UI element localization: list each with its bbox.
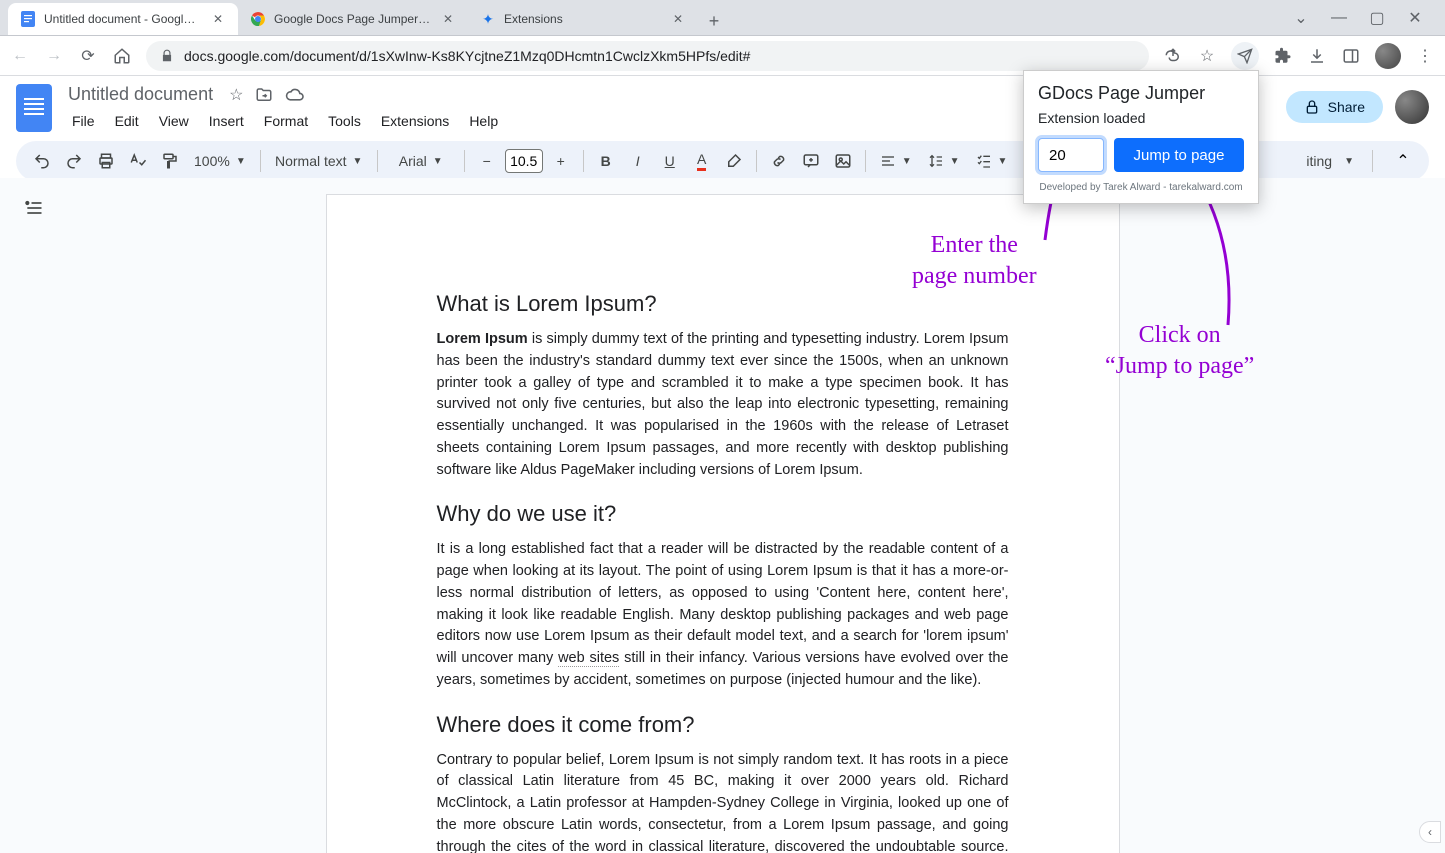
heading-2: Why do we use it? — [437, 501, 1009, 527]
underline-icon[interactable]: U — [656, 147, 684, 175]
italic-icon[interactable]: I — [624, 147, 652, 175]
bold-icon[interactable]: B — [592, 147, 620, 175]
checklist-icon[interactable]: ▼ — [970, 147, 1014, 175]
extensions-favicon-icon: ✦ — [480, 11, 496, 27]
chevron-down-icon[interactable]: ⌄ — [1291, 8, 1311, 28]
close-icon[interactable]: ✕ — [670, 11, 686, 27]
extension-title: GDocs Page Jumper — [1038, 83, 1244, 104]
menu-insert[interactable]: Insert — [201, 109, 252, 133]
editing-mode-select[interactable]: iting ▼ — [1296, 153, 1364, 169]
menu-tools[interactable]: Tools — [320, 109, 369, 133]
menu-view[interactable]: View — [151, 109, 197, 133]
move-folder-icon[interactable] — [255, 86, 273, 104]
page-number-input[interactable] — [1038, 138, 1104, 172]
minimize-icon[interactable]: — — [1329, 9, 1349, 27]
share-button[interactable]: Share — [1286, 91, 1383, 123]
kebab-menu-icon[interactable]: ⋮ — [1415, 46, 1435, 66]
insert-link-icon[interactable] — [765, 147, 793, 175]
close-window-icon[interactable]: ✕ — [1405, 8, 1425, 28]
document-canvas: What is Lorem Ipsum? Lorem Ipsum is simp… — [0, 178, 1445, 853]
webstore-favicon-icon — [250, 11, 266, 27]
cloud-saved-icon[interactable] — [285, 87, 305, 103]
browser-tab-2[interactable]: ✦ Extensions ✕ — [468, 3, 698, 35]
window-controls: ⌄ — ▢ ✕ — [1291, 0, 1437, 35]
heading-1: What is Lorem Ipsum? — [437, 291, 1009, 317]
chevron-down-icon: ▼ — [1344, 156, 1354, 167]
star-icon[interactable]: ☆ — [229, 85, 243, 105]
download-icon[interactable] — [1307, 46, 1327, 66]
menu-extensions[interactable]: Extensions — [373, 109, 457, 133]
extensions-puzzle-icon[interactable] — [1273, 46, 1293, 66]
paragraph-2: It is a long established fact that a rea… — [437, 539, 1009, 691]
share-page-icon[interactable] — [1163, 46, 1183, 66]
browser-tab-strip: Untitled document - Google Doc ✕ Google … — [0, 0, 1445, 36]
extension-footer: Developed by Tarek Alward - tarekalward.… — [1038, 182, 1244, 193]
expand-sidepanel-icon[interactable]: ‹ — [1419, 821, 1441, 843]
reload-icon[interactable]: ⟳ — [78, 46, 98, 66]
extension-popup: GDocs Page Jumper Extension loaded Jump … — [1023, 70, 1259, 204]
browser-tab-0[interactable]: Untitled document - Google Doc ✕ — [8, 3, 238, 35]
increase-font-icon[interactable]: + — [547, 147, 575, 175]
redo-icon[interactable] — [60, 147, 88, 175]
jump-to-page-button[interactable]: Jump to page — [1114, 138, 1244, 172]
menu-help[interactable]: Help — [461, 109, 506, 133]
back-icon[interactable]: ← — [10, 46, 30, 66]
page-1[interactable]: What is Lorem Ipsum? Lorem Ipsum is simp… — [326, 194, 1120, 853]
menu-file[interactable]: File — [64, 109, 103, 133]
close-icon[interactable]: ✕ — [440, 11, 456, 27]
new-tab-button[interactable]: + — [700, 7, 728, 35]
undo-icon[interactable] — [28, 147, 56, 175]
heading-3: Where does it come from? — [437, 712, 1009, 738]
bookmark-star-icon[interactable]: ☆ — [1197, 46, 1217, 66]
collapse-toolbar-icon[interactable]: ⌃ — [1389, 147, 1417, 175]
tab-title: Untitled document - Google Doc — [44, 12, 202, 26]
line-spacing-icon[interactable]: ▼ — [922, 147, 966, 175]
forward-icon[interactable]: → — [44, 46, 64, 66]
maximize-icon[interactable]: ▢ — [1367, 8, 1387, 28]
chevron-down-icon: ▼ — [433, 156, 443, 167]
chevron-down-icon: ▼ — [236, 156, 246, 167]
tab-title: Extensions — [504, 12, 662, 26]
url-input[interactable]: docs.google.com/document/d/1sXwInw-Ks8KY… — [146, 41, 1149, 71]
sidepanel-icon[interactable] — [1341, 46, 1361, 66]
lock-icon — [1304, 99, 1320, 115]
font-size-input[interactable] — [505, 149, 543, 173]
highlight-icon[interactable] — [720, 147, 748, 175]
url-text: docs.google.com/document/d/1sXwInw-Ks8KY… — [184, 48, 750, 64]
lock-icon — [160, 49, 174, 63]
profile-avatar-icon[interactable] — [1375, 43, 1401, 69]
share-label: Share — [1328, 99, 1365, 115]
style-select[interactable]: Normal text▼ — [269, 147, 369, 175]
text-color-icon[interactable]: A — [688, 147, 716, 175]
zoom-select[interactable]: 100%▼ — [188, 147, 252, 175]
insert-image-icon[interactable] — [829, 147, 857, 175]
tab-title: Google Docs Page Jumper - Chro — [274, 12, 432, 26]
docs-favicon-icon — [20, 11, 36, 27]
extension-status: Extension loaded — [1038, 110, 1244, 126]
paragraph-3: Contrary to popular belief, Lorem Ipsum … — [437, 750, 1009, 853]
home-icon[interactable] — [112, 46, 132, 66]
send-icon[interactable] — [1231, 42, 1259, 70]
user-avatar[interactable] — [1395, 90, 1429, 124]
docs-logo-icon[interactable] — [16, 84, 52, 132]
chevron-down-icon: ▼ — [353, 156, 363, 167]
insert-comment-icon[interactable] — [797, 147, 825, 175]
print-icon[interactable] — [92, 147, 120, 175]
document-title[interactable]: Untitled document — [64, 82, 217, 107]
align-select[interactable]: ▼ — [874, 147, 918, 175]
menu-format[interactable]: Format — [256, 109, 316, 133]
spellcheck-icon[interactable] — [124, 147, 152, 175]
font-select[interactable]: Arial▼ — [386, 147, 456, 175]
decrease-font-icon[interactable]: − — [473, 147, 501, 175]
paint-format-icon[interactable] — [156, 147, 184, 175]
paragraph-1: Lorem Ipsum is simply dummy text of the … — [437, 329, 1009, 481]
browser-tab-1[interactable]: Google Docs Page Jumper - Chro ✕ — [238, 3, 468, 35]
menu-edit[interactable]: Edit — [107, 109, 147, 133]
outline-toggle-icon[interactable] — [24, 198, 48, 222]
close-icon[interactable]: ✕ — [210, 11, 226, 27]
